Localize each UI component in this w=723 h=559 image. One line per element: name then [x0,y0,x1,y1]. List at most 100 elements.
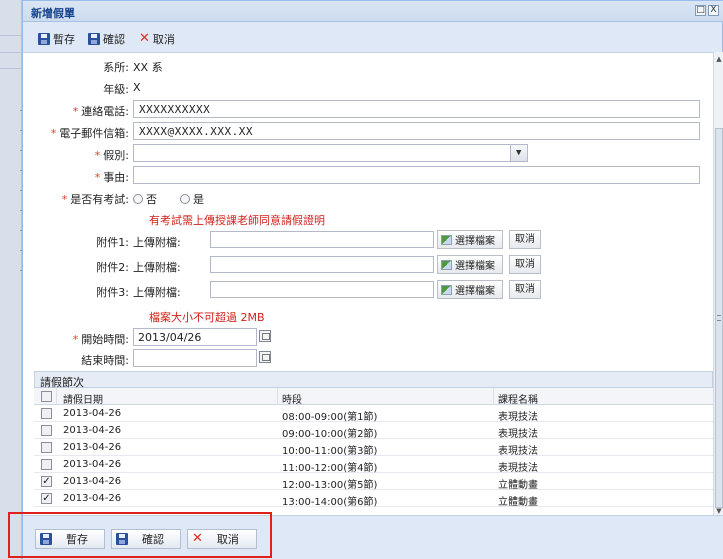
reason-label: * 事由: [94,171,129,184]
scroll-down-icon[interactable]: ▼ [715,507,723,515]
reason-input[interactable] [133,166,700,184]
attachment-3-cancel-button[interactable]: 取消 [509,280,541,299]
start-time-row: * 開始時間: 2013/04/26 [23,327,713,347]
attachment-3-upload-label: 上傳附檔: [133,286,181,299]
attachment-3-input[interactable] [210,281,434,298]
exam-row: * 是否有考試: 否 是 [23,187,713,207]
row-date: 2013-04-26 [63,425,122,436]
leave-type-label: * 假別: [94,149,129,162]
end-time-label: 結束時間: [81,354,129,367]
upload-icon [441,234,452,245]
row-course: 表現技法 [498,446,538,457]
toolbar-confirm-button[interactable]: 確認 [88,30,125,48]
table-row[interactable]: 2013-04-26 09:00-10:00(第2節) 表現技法 [34,422,713,440]
vertical-scrollbar[interactable]: ▲ ▼ [713,52,723,515]
row-period: 09:00-10:00(第2節) [282,429,378,440]
top-toolbar: 暫存 確認 ✕ 取消 [23,28,723,50]
toolbar-confirm-label: 確認 [103,33,125,46]
attachment-2-row: 附件2: 上傳附檔: 選擇檔案 取消 [23,255,713,275]
upload-icon [441,284,452,295]
exam-no-label: 否 [146,193,157,206]
row-checkbox[interactable]: ✓ [41,493,52,504]
attachment-2-input[interactable] [210,256,434,273]
exam-note: 有考試需上傳授課老師同意請假證明 [149,214,325,227]
row-date: 2013-04-26 [63,408,122,419]
attachment-2-cancel-button[interactable]: 取消 [509,255,541,274]
row-period: 11:00-12:00(第4節) [282,463,378,474]
chevron-down-icon[interactable]: ▼ [510,145,527,161]
select-all-checkbox[interactable] [41,391,52,402]
leave-type-select[interactable]: ▼ [133,144,528,162]
grade-row: 年級: X [23,77,713,97]
attachment-1-select-button[interactable]: 選擇檔案 [437,230,503,249]
file-size-note: 檔案大小不可超過 2MB [149,311,265,324]
scroll-up-icon[interactable]: ▲ [715,55,723,63]
phone-label: * 連絡電話: [72,105,129,118]
grade-label: 年級: [103,83,129,96]
attachment-1-cancel-button[interactable]: 取消 [509,230,541,249]
department-row: 系所: XX 系 [23,55,713,75]
exam-yes-label: 是 [193,193,204,206]
scroll-thumb[interactable] [715,128,723,508]
toolbar-cancel-label: 取消 [152,33,175,46]
start-time-input[interactable]: 2013/04/26 [133,328,257,346]
table-row[interactable]: 2013-04-26 08:00-09:00(第1節) 表現技法 [34,405,713,423]
table-row[interactable]: 2013-04-26 11:00-12:00(第4節) 表現技法 [34,456,713,474]
dialog-titlebar: 新增假單 □ X [23,1,723,22]
leave-periods-grid: 請假節次 請假日期 時段 課程名稱 2013-04-26 08:00-09:00… [34,371,713,508]
bg-divider [0,35,22,36]
row-checkbox[interactable] [41,408,52,419]
grid-title: 請假節次 [34,371,713,389]
exam-no-radio[interactable] [133,194,143,204]
calendar-icon[interactable] [259,351,271,363]
email-input[interactable]: XXXX@XXXX.XXX.XX [133,122,700,140]
row-checkbox[interactable] [41,425,52,436]
row-course: 表現技法 [498,412,538,423]
row-date: 2013-04-26 [63,493,122,504]
close-button[interactable]: X [708,5,719,16]
exam-yes-radio[interactable] [180,194,190,204]
end-time-input[interactable] [133,349,257,367]
row-checkbox[interactable] [41,459,52,470]
bg-divider [0,52,22,53]
row-period: 08:00-09:00(第1節) [282,412,378,423]
row-course: 立體動畫 [498,497,538,508]
phone-row: * 連絡電話: XXXXXXXXXX [23,99,713,119]
grid-header-row: 請假日期 時段 課程名稱 [34,388,713,406]
leave-application-dialog: 新增假單 □ X 暫存 確認 ✕ 取消 系所: XX 系 年級: X * 連絡電話… [22,0,723,559]
attachment-3-select-button[interactable]: 選擇檔案 [437,280,503,299]
attachment-1-upload-label: 上傳附檔: [133,236,181,249]
row-checkbox[interactable]: ✓ [41,476,52,487]
row-course: 立體動畫 [498,480,538,491]
calendar-icon[interactable] [259,330,271,342]
red-highlight-box [8,512,272,558]
save-icon [38,33,50,45]
row-checkbox[interactable] [41,442,52,453]
cancel-x-icon: ✕ [139,31,150,46]
table-row[interactable]: ✓ 2013-04-26 13:00-14:00(第6節) 立體動畫 [34,490,713,508]
grade-value: X [133,81,141,94]
attachment-2-select-button[interactable]: 選擇檔案 [437,255,503,274]
toolbar-save-button[interactable]: 暫存 [38,30,75,48]
dialog-title: 新增假單 [31,7,75,20]
table-row[interactable]: ✓ 2013-04-26 12:00-13:00(第5節) 立體動畫 [34,473,713,491]
header-course: 課程名稱 [498,395,538,406]
row-date: 2013-04-26 [63,442,122,453]
exam-label: * 是否有考試: [61,193,129,206]
toolbar-cancel-button[interactable]: ✕ 取消 [139,30,175,48]
start-time-label: * 開始時間: [72,333,129,346]
attachment-1-input[interactable] [210,231,434,248]
upload-icon [441,259,452,270]
end-time-row: 結束時間: [23,348,713,368]
phone-input[interactable]: XXXXXXXXXX [133,100,700,118]
row-date: 2013-04-26 [63,476,122,487]
toolbar-save-label: 暫存 [53,33,75,46]
restore-button[interactable]: □ [695,5,706,16]
row-period: 13:00-14:00(第6節) [282,497,378,508]
background-app-strip [0,0,23,559]
department-label: 系所: [103,61,129,74]
attachment-3-row: 附件3: 上傳附檔: 選擇檔案 取消 [23,280,713,300]
table-row[interactable]: 2013-04-26 10:00-11:00(第3節) 表現技法 [34,439,713,457]
email-label: * 電子郵件信箱: [50,127,129,140]
bg-divider [0,68,22,69]
